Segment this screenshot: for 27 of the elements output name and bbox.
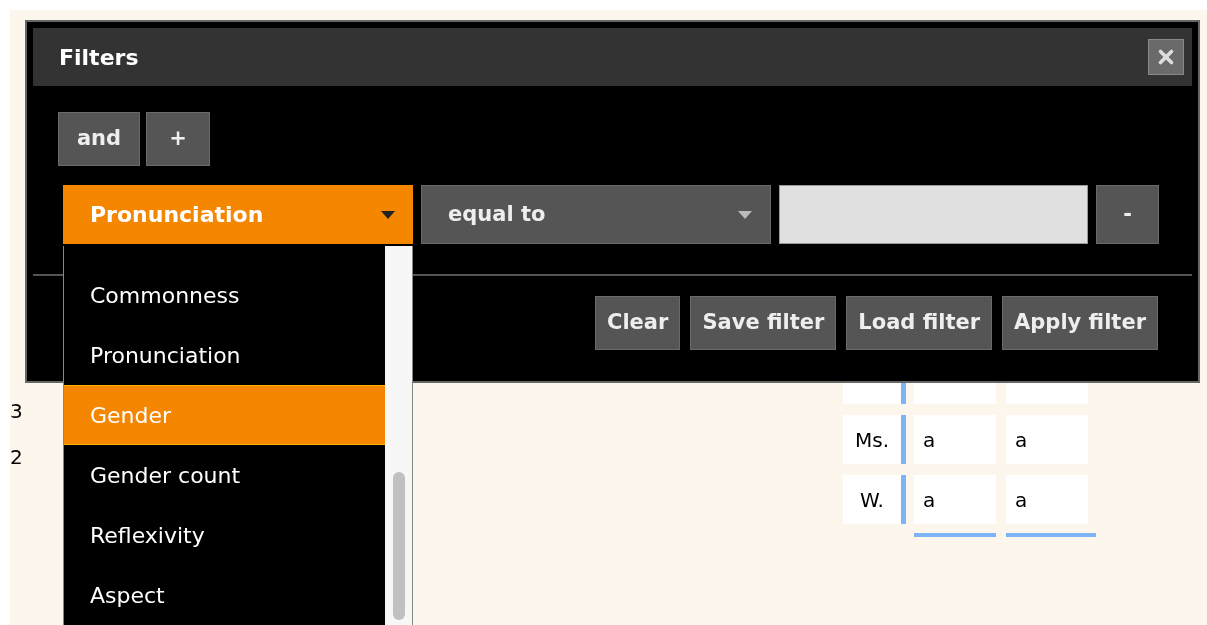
action-button[interactable]: Clear [595, 296, 681, 350]
add-button[interactable]: + [146, 112, 210, 166]
dialog-title: Filters [59, 43, 139, 72]
table-cell [843, 383, 901, 404]
row-marker [901, 383, 906, 404]
remove-button[interactable]: - [1096, 185, 1159, 244]
action-button[interactable]: Load filter [846, 296, 993, 350]
table-cell: a [914, 475, 996, 524]
field-select-value: Pronunciation [90, 201, 264, 229]
row-marker [901, 475, 906, 524]
caret-icon [738, 210, 752, 219]
action-button[interactable]: Save filter [690, 296, 837, 350]
close-button[interactable] [1148, 39, 1184, 75]
row-header: W. [843, 475, 901, 524]
action-button[interactable]: Apply filter [1002, 296, 1158, 350]
row-label: 3 [10, 398, 23, 424]
value-field[interactable] [779, 185, 1088, 244]
row-marker [901, 415, 906, 464]
table-cell: a [1006, 475, 1088, 524]
table-cell: a [1006, 415, 1088, 464]
row-label: 2 [10, 444, 23, 470]
operator-select-value: equal to [448, 200, 546, 228]
operator-select[interactable]: equal to [421, 185, 771, 244]
caret-icon [381, 210, 395, 219]
logic-button[interactable]: and [58, 112, 140, 166]
row-header: Ms. [843, 415, 901, 464]
table-cell: a [914, 415, 996, 464]
